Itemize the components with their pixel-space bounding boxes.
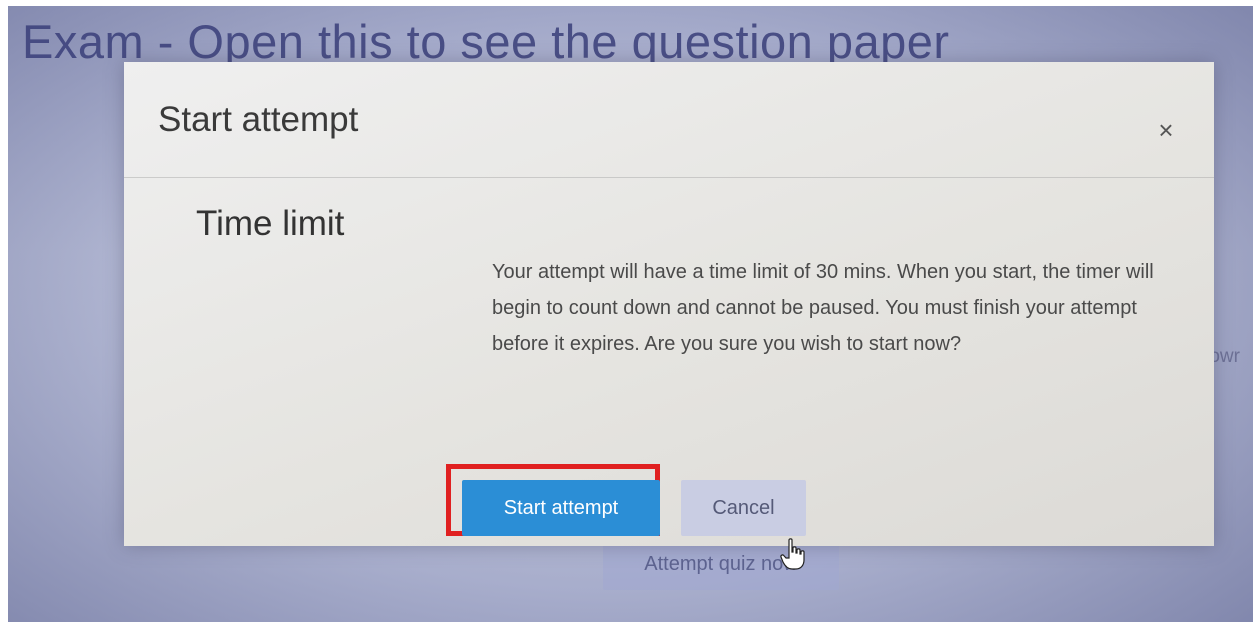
time-limit-message: Your attempt will have a time limit of 3…	[492, 261, 1154, 355]
close-icon[interactable]: ×	[1152, 116, 1180, 144]
start-attempt-button[interactable]: Start attempt	[462, 480, 660, 536]
cancel-button[interactable]: Cancel	[681, 480, 806, 536]
time-limit-heading: Time limit	[196, 204, 345, 243]
modal-header: Start attempt ×	[124, 62, 1214, 178]
hand-pointer-icon	[780, 538, 805, 570]
modal-title: Start attempt	[158, 100, 359, 139]
start-attempt-modal: Start attempt × Time limit Your attempt …	[124, 62, 1214, 546]
page-title: Exam - Open this to see the question pap…	[22, 15, 950, 68]
